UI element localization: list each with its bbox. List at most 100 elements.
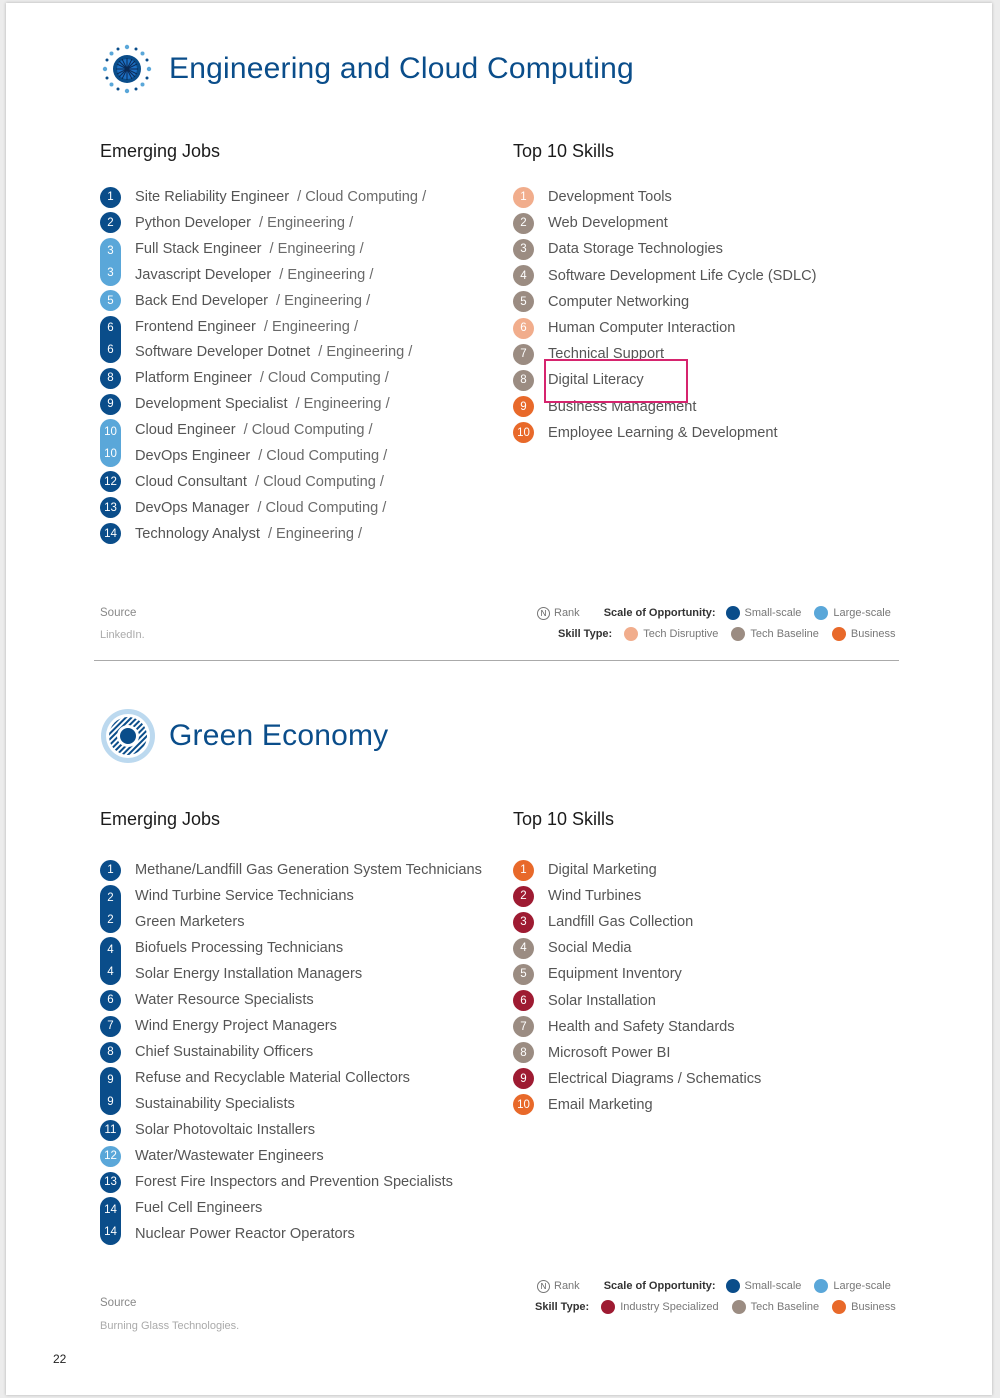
skill-name: Human Computer Interaction: [548, 320, 736, 336]
rank-badge: 14: [100, 1219, 121, 1245]
jobs-heading: Emerging Jobs: [100, 141, 221, 161]
rank-badge: 2: [513, 212, 534, 234]
skill-name: Employee Learning & Development: [548, 424, 778, 441]
rank-badge: 9: [513, 396, 534, 418]
job-title: Forest Fire Inspectors and Prevention Sp…: [135, 1174, 453, 1190]
jobs-heading: Emerging Jobs: [100, 809, 221, 829]
job-title: Back End Developer: [135, 292, 269, 309]
large-scale-dot-icon: [814, 606, 829, 620]
job-category: / Engineering /: [263, 318, 359, 335]
job-category: / Engineering /: [279, 266, 374, 283]
job-title: DevOps Engineer: [135, 448, 251, 464]
rank-badge: 12: [100, 1145, 121, 1167]
rank-badge: 13: [100, 497, 121, 519]
rank-badge: 14: [100, 523, 121, 545]
skill-row: 8 Microsoft Power BI: [513, 1042, 670, 1064]
skill-name: Social Media: [548, 940, 632, 957]
job-row: 2 Python Developer / Engineering /: [100, 212, 353, 234]
section-title: Engineering and Cloud Computing: [169, 52, 634, 85]
rank-label: Rank: [554, 607, 580, 619]
rank-badge: 13: [100, 1171, 121, 1193]
skill-name: Computer Networking: [548, 293, 690, 310]
job-row: 6 Water Resource Specialists: [100, 989, 314, 1011]
legend-scale: N Rank Scale of Opportunity: Small-scale…: [537, 606, 891, 620]
skill-type-label: Skill Type:: [535, 1301, 590, 1313]
skill-type-label: Tech Disruptive: [643, 628, 719, 640]
skill-type-label: Business: [850, 628, 896, 640]
skill-row: 3 Landfill Gas Collection: [513, 911, 693, 933]
job-category: / Engineering /: [259, 214, 354, 231]
source-label: Source: [100, 1297, 137, 1309]
rank-badge: 1: [100, 859, 121, 881]
job-category: / Engineering /: [269, 240, 364, 257]
scale-label: Scale of Opportunity:: [603, 607, 716, 619]
job-title: Solar Energy Installation Managers: [135, 966, 363, 982]
job-title: Wind Energy Project Managers: [135, 1018, 337, 1034]
target-icon: [101, 709, 155, 763]
job-row: 10 Cloud Engineer / Cloud Computing /: [100, 419, 373, 445]
job-category: / Cloud Computing /: [258, 448, 388, 464]
job-category: / Engineering /: [295, 396, 390, 413]
job-row: 2 Green Marketers: [100, 907, 245, 933]
job-title: Platform Engineer: [135, 370, 252, 387]
job-title: DevOps Manager: [135, 499, 250, 516]
job-category: / Engineering /: [276, 292, 371, 309]
rank-badge: 4: [513, 265, 534, 287]
job-title: Technology Analyst: [135, 525, 260, 542]
job-row: 13 Forest Fire Inspectors and Prevention …: [100, 1171, 453, 1193]
skill-type-dot-icon: [731, 627, 746, 641]
job-category: / Cloud Computing /: [297, 189, 427, 205]
rank-badge: 6: [513, 990, 534, 1011]
rank-badge: 1: [513, 859, 534, 881]
rank-badge: 11: [100, 1119, 121, 1141]
job-title: Cloud Engineer: [135, 422, 236, 439]
rank-badge: 8: [513, 369, 534, 391]
rank-badge: 5: [513, 291, 534, 313]
job-title: Development Specialist: [135, 396, 288, 413]
job-row: 5 Back End Developer / Engineering /: [100, 290, 370, 312]
rank-badge: 8: [100, 367, 121, 389]
job-category: / Cloud Computing /: [254, 473, 384, 490]
skill-row: 2 Wind Turbines: [513, 885, 641, 907]
skill-row: 6 Solar Installation: [513, 990, 656, 1012]
small-scale-dot-icon: [725, 1279, 740, 1293]
skill-name: Email Marketing: [548, 1096, 653, 1113]
large-scale-label: Large-scale: [833, 607, 891, 619]
skill-type-dot-icon: [831, 627, 846, 641]
skill-type-label: Tech Baseline: [750, 1301, 820, 1313]
job-row: 2 Wind Turbine Service Technicians: [100, 885, 354, 911]
job-row: 11 Solar Photovoltaic Installers: [100, 1119, 315, 1141]
skill-row: 10 Email Marketing: [513, 1094, 653, 1116]
job-category: / Cloud Computing /: [257, 499, 387, 516]
rank-badge: 10: [513, 1094, 534, 1116]
section-title: Green Economy: [169, 719, 389, 752]
job-category: / Cloud Computing /: [259, 370, 389, 387]
source-value: Burning Glass Technologies.: [100, 1320, 240, 1332]
rank-badge: 3: [513, 911, 534, 933]
skill-row: 7 Health and Safety Standards: [513, 1016, 735, 1038]
job-title: Python Developer: [135, 214, 252, 231]
rank-symbol-icon: N: [537, 606, 550, 620]
job-row: 9 Refuse and Recyclable Material Collecto…: [100, 1067, 410, 1093]
skill-row: 10 Employee Learning & Development: [513, 422, 778, 444]
small-scale-dot-icon: [725, 606, 740, 620]
job-row: 13 DevOps Manager / Cloud Computing /: [100, 497, 386, 519]
job-row: 6 Frontend Engineer / Engineering /: [100, 315, 359, 342]
job-title: Green Marketers: [135, 914, 245, 930]
skill-row: 4 Social Media: [513, 937, 632, 959]
rank-badge: 12: [100, 471, 121, 493]
starburst-icon: [102, 44, 152, 94]
skill-type-dot-icon: [832, 1300, 847, 1314]
skill-type-label: Skill Type:: [558, 628, 613, 640]
rank-badge: 7: [100, 1015, 121, 1037]
rank-badge: 2: [513, 885, 534, 907]
rank-label: Rank: [554, 1280, 580, 1292]
job-title: Fuel Cell Engineers: [135, 1200, 263, 1216]
rank-badge: 10: [100, 441, 121, 467]
source-label: Source: [100, 607, 137, 619]
highlight-box: [544, 359, 688, 403]
rank-badge: 5: [513, 963, 534, 985]
page-number: 22: [53, 1352, 67, 1366]
job-row: 1 Site Reliability Engineer / Cloud Comput…: [100, 186, 426, 208]
job-row: 1 Methane/Landfill Gas Generation System …: [100, 859, 482, 881]
